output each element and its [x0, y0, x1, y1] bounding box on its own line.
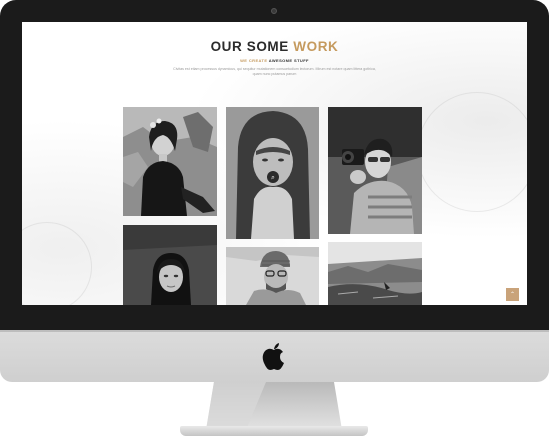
section-title: OUR SOME WORK: [22, 39, 527, 54]
gallery-item-2[interactable]: ⌕: [226, 107, 319, 239]
decorative-circle: [417, 92, 527, 212]
gallery-item-5[interactable]: [226, 247, 319, 305]
monitor-base: [180, 426, 368, 436]
photo-woman-portrait-image: [123, 225, 217, 305]
section-title-accent: WORK: [293, 39, 339, 54]
photo-landscape-image: [328, 242, 422, 305]
scroll-to-top-button[interactable]: ⌃: [506, 288, 519, 301]
gallery-item-4[interactable]: [123, 225, 217, 305]
gallery-item-1[interactable]: [123, 107, 217, 216]
photo-photographer-image: [328, 107, 422, 234]
gallery-item-6[interactable]: [328, 242, 422, 305]
apple-icon: [262, 343, 284, 370]
section-subtitle-main: AWESOME STUFF: [268, 58, 309, 63]
section-title-main: OUR SOME: [210, 39, 289, 54]
imac-monitor: OUR SOME WORK WE CREATE AWESOME STUFF Ci…: [0, 0, 549, 442]
photo-man-beanie-image: [226, 247, 319, 305]
svg-text:⌕: ⌕: [271, 174, 275, 182]
chin-divider: [0, 330, 549, 332]
section-description: Civitas est etiam processus dynamicus, q…: [173, 67, 376, 77]
photo-boy-image: ⌕: [226, 107, 319, 239]
chevron-up-icon: ⌃: [509, 291, 516, 298]
camera-icon: [271, 8, 277, 14]
monitor-stand: [206, 382, 342, 430]
gallery-item-3[interactable]: [328, 107, 422, 234]
section-subtitle-accent: WE CREATE: [240, 58, 268, 63]
screen: OUR SOME WORK WE CREATE AWESOME STUFF Ci…: [22, 22, 527, 305]
section-subtitle: WE CREATE AWESOME STUFF: [22, 58, 527, 63]
photo-woman-image: [123, 107, 217, 216]
